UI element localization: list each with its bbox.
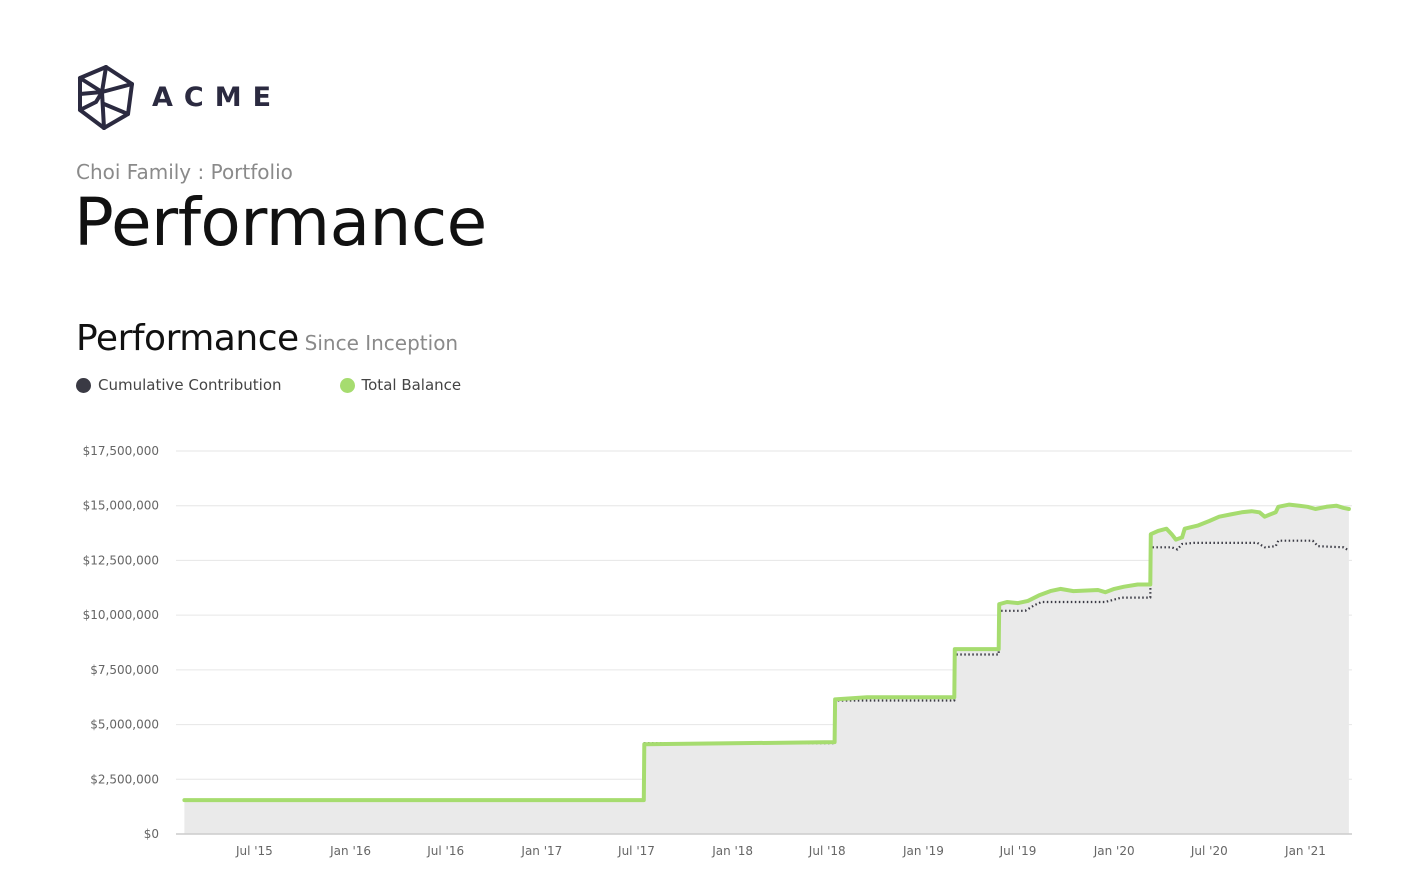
x-tick-label: Jan '19 bbox=[902, 844, 944, 858]
x-tick-label: Jan '16 bbox=[329, 844, 371, 858]
x-tick-label: Jul '16 bbox=[426, 844, 464, 858]
y-tick-label: $12,500,000 bbox=[83, 553, 159, 567]
report-page: ACME Choi Family : Portfolio Performance… bbox=[0, 0, 1424, 890]
x-tick-label: Jan '20 bbox=[1093, 844, 1135, 858]
x-tick-label: Jul '19 bbox=[999, 844, 1037, 858]
x-tick-label: Jul '15 bbox=[235, 844, 273, 858]
y-tick-label: $2,500,000 bbox=[90, 772, 159, 786]
performance-chart: $0 $2,500,000 $5,000,000 $7,500,000 $10,000,… bbox=[83, 444, 1352, 858]
y-tick-label: $7,500,000 bbox=[90, 663, 159, 677]
y-tick-label: $5,000,000 bbox=[90, 718, 159, 732]
balance-area bbox=[184, 504, 1349, 834]
x-tick-label: Jul '20 bbox=[1190, 844, 1228, 858]
y-tick-label: $0 bbox=[144, 827, 159, 841]
x-tick-label: Jul '18 bbox=[808, 844, 846, 858]
y-tick-label: $17,500,000 bbox=[83, 444, 159, 458]
x-tick-label: Jan '18 bbox=[711, 844, 753, 858]
x-tick-label: Jul '17 bbox=[617, 844, 655, 858]
y-tick-label: $10,000,000 bbox=[83, 608, 159, 622]
y-tick-label: $15,000,000 bbox=[83, 499, 159, 513]
x-tick-label: Jan '17 bbox=[520, 844, 562, 858]
x-tick-label: Jan '21 bbox=[1284, 844, 1326, 858]
